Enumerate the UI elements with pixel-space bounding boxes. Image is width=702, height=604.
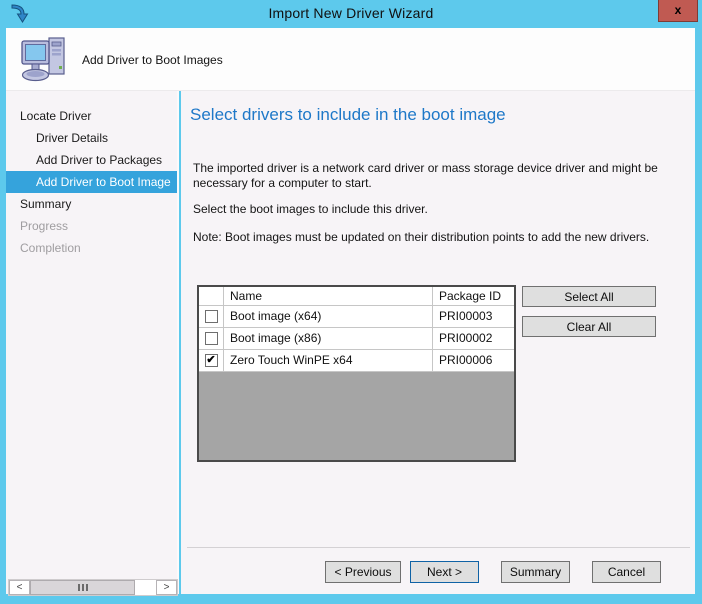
step-completion: Completion — [6, 237, 177, 259]
scrollbar-right-arrow[interactable]: > — [156, 580, 177, 595]
cancel-button[interactable]: Cancel — [592, 561, 661, 583]
row-name: Boot image (x86) — [224, 328, 433, 349]
page-title: Select drivers to include in the boot im… — [190, 105, 506, 125]
header-title: Add Driver to Boot Images — [82, 53, 223, 67]
row-package-id: PRI00002 — [433, 328, 514, 349]
note-text: Note: Boot images must be updated on the… — [193, 230, 689, 245]
wizard-steps-sidebar: Locate Driver Driver Details Add Driver … — [6, 91, 179, 594]
row-package-id: PRI00003 — [433, 306, 514, 327]
row-name: Boot image (x64) — [224, 306, 433, 327]
sidebar-horizontal-scrollbar[interactable]: < > — [8, 579, 178, 596]
clear-all-button[interactable]: Clear All — [522, 316, 656, 337]
footer-divider — [187, 547, 690, 548]
scrollbar-left-arrow[interactable]: < — [9, 580, 30, 595]
scrollbar-track[interactable] — [135, 580, 156, 595]
summary-button[interactable]: Summary — [501, 561, 570, 583]
row-package-id: PRI00006 — [433, 350, 514, 371]
header-checkbox-column — [199, 287, 224, 305]
column-header-name[interactable]: Name — [224, 287, 433, 305]
row-checkbox[interactable] — [205, 332, 218, 345]
scrollbar-thumb-grip-icon — [78, 584, 89, 591]
step-add-driver-to-packages[interactable]: Add Driver to Packages — [6, 149, 177, 171]
step-driver-details[interactable]: Driver Details — [6, 127, 177, 149]
select-all-button[interactable]: Select All — [522, 286, 656, 307]
step-progress: Progress — [6, 215, 177, 237]
scrollbar-thumb[interactable] — [30, 580, 135, 595]
row-checkbox-checked[interactable]: ✔ — [205, 354, 218, 367]
table-row[interactable]: Boot image (x64) PRI00003 — [199, 306, 514, 328]
instruction-text: Select the boot images to include this d… — [193, 202, 689, 217]
window-title: Import New Driver Wizard — [0, 5, 702, 21]
column-header-package-id[interactable]: Package ID — [433, 287, 514, 305]
description-text: The imported driver is a network card dr… — [193, 161, 689, 191]
previous-button[interactable]: < Previous — [325, 561, 401, 583]
step-add-driver-to-boot-image[interactable]: Add Driver to Boot Image — [6, 171, 177, 193]
table-header-row: Name Package ID — [199, 287, 514, 306]
step-summary[interactable]: Summary — [6, 193, 177, 215]
next-button[interactable]: Next > — [410, 561, 479, 583]
close-button[interactable]: x — [658, 0, 698, 22]
titlebar: Import New Driver Wizard x — [0, 0, 702, 28]
wizard-page-body: Select drivers to include in the boot im… — [181, 91, 695, 594]
wizard-header: Add Driver to Boot Images — [6, 28, 695, 91]
table-row[interactable]: Boot image (x86) PRI00002 — [199, 328, 514, 350]
row-checkbox[interactable] — [205, 310, 218, 323]
table-row[interactable]: ✔ Zero Touch WinPE x64 PRI00006 — [199, 350, 514, 372]
import-driver-wizard-window: Import New Driver Wizard x Add Driver to — [0, 0, 702, 604]
boot-images-table: Name Package ID Boot image (x64) PRI0000… — [197, 285, 516, 462]
computer-icon — [19, 35, 71, 85]
row-name: Zero Touch WinPE x64 — [224, 350, 433, 371]
step-locate-driver[interactable]: Locate Driver — [6, 105, 177, 127]
